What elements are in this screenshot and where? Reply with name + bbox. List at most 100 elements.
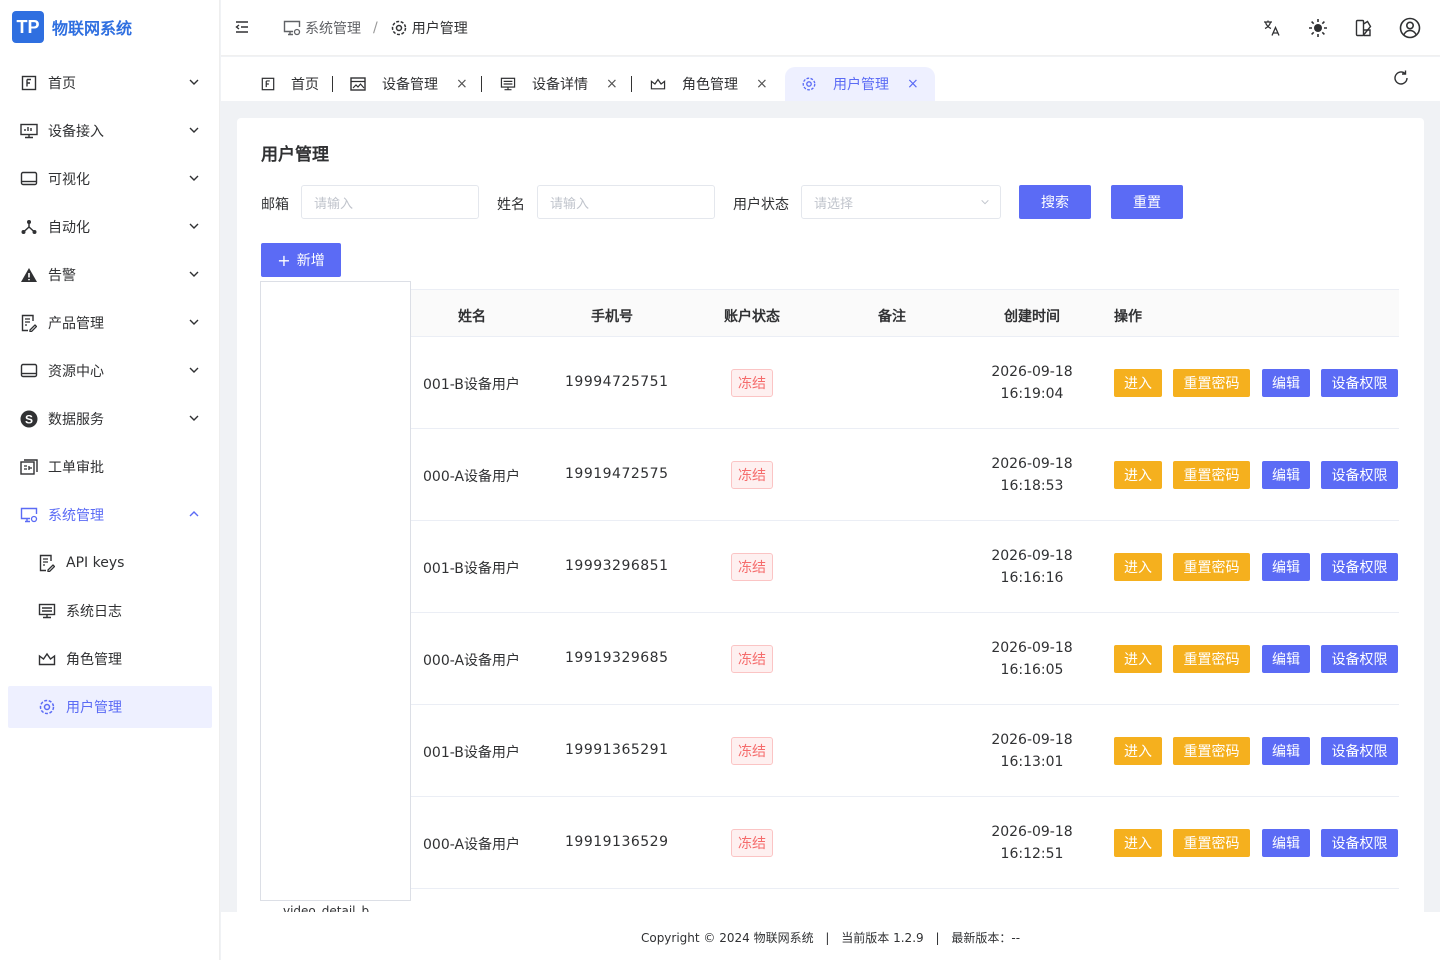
user-avatar-icon[interactable] <box>1398 16 1422 40</box>
enter-button[interactable]: 进入 <box>1114 737 1162 765</box>
sidebar-subitem-api-keys[interactable]: API keys <box>8 542 212 584</box>
enter-button[interactable]: 进入 <box>1114 829 1162 857</box>
monitor-icon <box>20 122 38 140</box>
warning-icon <box>20 266 38 284</box>
sidebar-item-automation[interactable]: 自动化 <box>8 206 212 248</box>
cell-name: 000-A设备用户 <box>423 837 521 853</box>
device-permission-button[interactable]: 设备权限 <box>1321 737 1398 765</box>
chevron-down-icon <box>189 319 199 325</box>
sidebar-item-alarm[interactable]: 告警 <box>8 254 212 296</box>
edit-button[interactable]: 编辑 <box>1262 461 1310 489</box>
sidebar-subitem-system-log[interactable]: 系统日志 <box>8 590 212 632</box>
gear-icon <box>801 76 817 92</box>
sidebar-item-visualization[interactable]: 可视化 <box>8 158 212 200</box>
edit-button[interactable]: 编辑 <box>1262 737 1310 765</box>
device-permission-button[interactable]: 设备权限 <box>1321 461 1398 489</box>
status-badge: 冻结 <box>731 645 773 673</box>
reset-password-button[interactable]: 重置密码 <box>1173 553 1250 581</box>
close-icon[interactable]: × <box>907 76 919 92</box>
cell-created: 2026-09-18 16:16:05 <box>981 637 1083 681</box>
device-permission-button[interactable]: 设备权限 <box>1321 645 1398 673</box>
tab-divider <box>332 76 333 92</box>
sidebar-item-device-access[interactable]: 设备接入 <box>8 110 212 152</box>
name-input[interactable]: 请输入 <box>537 185 715 219</box>
edit-button[interactable]: 编辑 <box>1262 369 1310 397</box>
role-icon <box>38 650 56 668</box>
chevron-down-icon <box>189 223 199 229</box>
cell-created: 2026-09-18 16:16:16 <box>981 545 1083 589</box>
column-header-remark: 备注 <box>878 309 906 325</box>
breadcrumb-item-user[interactable]: 用户管理 <box>390 18 468 38</box>
enter-button[interactable]: 进入 <box>1114 369 1162 397</box>
latest-version: 最新版本：-- <box>951 931 1021 945</box>
close-icon[interactable]: × <box>606 76 618 92</box>
theme-icon[interactable] <box>1352 16 1376 40</box>
tab-label: 用户管理 <box>833 77 889 93</box>
status-badge: 冻结 <box>731 829 773 857</box>
video-placeholder <box>260 281 411 901</box>
add-button[interactable]: + 新增 <box>261 243 341 277</box>
home-icon <box>20 74 38 92</box>
enter-button[interactable]: 进入 <box>1114 645 1162 673</box>
breadcrumb-label: 用户管理 <box>411 21 468 37</box>
breadcrumb-item-system[interactable]: 系统管理 <box>283 18 361 38</box>
reset-password-button[interactable]: 重置密码 <box>1173 369 1250 397</box>
sidebar-item-label: 告警 <box>48 268 76 284</box>
created-time: 16:12:51 <box>1000 846 1064 862</box>
tab-device-management[interactable]: 设备管理 × <box>350 67 482 101</box>
sun-icon[interactable] <box>1306 16 1330 40</box>
edit-button[interactable]: 编辑 <box>1262 553 1310 581</box>
tab-role-management[interactable]: 角色管理 × <box>650 67 768 101</box>
app-logo[interactable]: TP 物联网系统 <box>12 11 132 43</box>
sidebar-item-product[interactable]: 产品管理 <box>8 302 212 344</box>
reset-button[interactable]: 重置 <box>1111 185 1183 219</box>
status-select[interactable]: 请选择 <box>801 185 1001 219</box>
tab-home[interactable]: 首页 <box>261 67 333 101</box>
tab-label: 设备详情 <box>532 77 588 93</box>
sidebar-subitem-role[interactable]: 角色管理 <box>8 638 212 680</box>
sidebar-item-approval[interactable]: 工单审批 <box>8 446 212 488</box>
chevron-down-icon <box>189 271 199 277</box>
close-icon[interactable]: × <box>456 76 468 92</box>
table-row: 001-B设备用户 19994725751 冻结 2026-09-18 16:19… <box>411 337 1399 429</box>
content-card: 用户管理 邮箱 请输入 姓名 请输入 用户状态 请选择 搜索 重置 + 新增 v… <box>237 118 1424 918</box>
enter-button[interactable]: 进入 <box>1114 461 1162 489</box>
table-row: 001-B设备用户 19991365291 冻结 2026-09-18 16:13… <box>411 705 1399 797</box>
translate-icon[interactable] <box>1260 16 1284 40</box>
reset-password-button[interactable]: 重置密码 <box>1173 829 1250 857</box>
device-permission-button[interactable]: 设备权限 <box>1321 829 1398 857</box>
close-icon[interactable]: × <box>756 76 768 92</box>
chevron-up-icon <box>189 511 199 517</box>
monitor-icon <box>500 77 516 91</box>
home-icon <box>261 77 275 91</box>
logo-mark: TP <box>12 11 44 43</box>
reset-password-button[interactable]: 重置密码 <box>1173 461 1250 489</box>
tab-device-detail[interactable]: 设备详情 × <box>500 67 632 101</box>
sidebar-subitem-user[interactable]: 用户管理 <box>8 686 212 728</box>
search-button[interactable]: 搜索 <box>1019 185 1091 219</box>
sidebar-item-home[interactable]: 首页 <box>8 62 212 104</box>
name-label: 姓名 <box>497 197 525 213</box>
reset-password-button[interactable]: 重置密码 <box>1173 737 1250 765</box>
copyright-text: Copyright © 2024 物联网系统 <box>640 931 814 945</box>
chevron-down-icon <box>189 79 199 85</box>
device-permission-button[interactable]: 设备权限 <box>1321 553 1398 581</box>
email-label: 邮箱 <box>261 197 289 213</box>
approval-icon <box>20 458 38 476</box>
sidebar-item-resource[interactable]: 资源中心 <box>8 350 212 392</box>
device-permission-button[interactable]: 设备权限 <box>1321 369 1398 397</box>
email-input[interactable]: 请输入 <box>301 185 479 219</box>
edit-button[interactable]: 编辑 <box>1262 645 1310 673</box>
sidebar-item-data-service[interactable]: S 数据服务 <box>8 398 212 440</box>
edit-button[interactable]: 编辑 <box>1262 829 1310 857</box>
enter-button[interactable]: 进入 <box>1114 553 1162 581</box>
collapse-menu-icon[interactable] <box>235 20 249 34</box>
chevron-down-icon <box>189 415 199 421</box>
tab-user-management[interactable]: 用户管理 × <box>785 67 935 101</box>
reset-password-button[interactable]: 重置密码 <box>1173 645 1250 673</box>
column-header-phone: 手机号 <box>591 309 633 325</box>
status-badge: 冻结 <box>731 553 773 581</box>
sidebar-item-system[interactable]: 系统管理 <box>8 494 212 536</box>
current-version: 当前版本 1.2.9 <box>841 931 924 945</box>
refresh-icon[interactable] <box>1392 69 1410 87</box>
